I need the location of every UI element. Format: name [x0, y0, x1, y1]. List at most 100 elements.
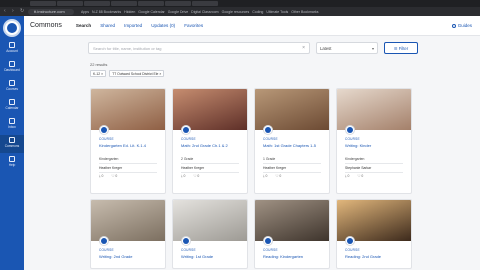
- bookmark[interactable]: Other Bookmarks: [291, 10, 318, 14]
- forward-icon[interactable]: ›: [12, 9, 17, 14]
- browser-tab[interactable]: [165, 1, 191, 6]
- resource-card[interactable]: COURSE Reading: Kindergarten: [254, 199, 330, 269]
- filter-button[interactable]: ☰ Filter: [384, 42, 418, 54]
- course-icon: [345, 125, 355, 135]
- tab-updates[interactable]: Updates (0): [151, 23, 175, 28]
- search-input[interactable]: Search for title, name, institution or t…: [88, 42, 310, 54]
- downloads-count: ⤓ 0: [345, 174, 350, 178]
- resource-card[interactable]: COURSE Math: 2nd Grade Ch.1 & 2 2 Grade …: [172, 88, 248, 194]
- resource-card[interactable]: COURSE Writing: 2nd Grade: [90, 199, 166, 269]
- sidebar-item-help[interactable]: Help: [0, 154, 24, 172]
- card-author: Heather Kreger: [181, 166, 205, 170]
- back-icon[interactable]: ‹: [4, 9, 9, 14]
- bookmark[interactable]: Ultimate Tools: [266, 10, 288, 14]
- card-title[interactable]: Reading: Kindergarten: [263, 254, 325, 259]
- divider: [181, 172, 239, 173]
- clear-search-icon[interactable]: ×: [302, 43, 305, 54]
- browser-tab[interactable]: [192, 1, 218, 6]
- account-icon: [9, 42, 15, 48]
- divider: [99, 163, 157, 164]
- card-title[interactable]: Kindergarten Ed. Lit. K.1.4: [99, 143, 161, 148]
- resource-card[interactable]: COURSE Reading: 2nd Grade: [336, 199, 412, 269]
- filter-chip[interactable]: TT Outward School District Ele ×: [109, 70, 165, 77]
- card-thumbnail: [255, 89, 329, 130]
- course-icon: [263, 236, 273, 246]
- sidebar-item-account[interactable]: Account: [0, 40, 24, 58]
- sidebar-item-label: Inbox: [8, 125, 16, 129]
- divider: [263, 163, 321, 164]
- bookmark[interactable]: Digital Classroom: [191, 10, 218, 14]
- browser-tab[interactable]: [30, 1, 56, 6]
- divider: [345, 172, 403, 173]
- tab-search[interactable]: Search: [76, 23, 91, 28]
- sidebar-item-label: Dashboard: [4, 68, 20, 72]
- browser-tab[interactable]: [84, 1, 110, 6]
- sidebar-item-inbox[interactable]: Inbox: [0, 116, 24, 134]
- tab-shared[interactable]: Shared: [100, 23, 115, 28]
- course-icon: [263, 125, 273, 135]
- course-icon: [99, 236, 109, 246]
- card-title[interactable]: Math: 1st Grade Chapters 1-5: [263, 143, 325, 148]
- bookmark[interactable]: Google Calendar: [138, 10, 164, 14]
- tab-imported[interactable]: Imported: [124, 23, 142, 28]
- downloads-value: 0: [101, 174, 104, 178]
- bookmark[interactable]: N-Z 88 Bookmarks: [92, 10, 121, 14]
- card-stats: ⤓ 0 ♡ 0: [99, 174, 117, 178]
- resource-card[interactable]: COURSE Kindergarten Ed. Lit. K.1.4 Kinde…: [90, 88, 166, 194]
- favorites-value: 0: [279, 174, 282, 178]
- bookmark[interactable]: Google resources: [222, 10, 250, 14]
- search-row: Search for title, name, institution or t…: [88, 42, 418, 54]
- sidebar-item-calendar[interactable]: Calendar: [0, 97, 24, 115]
- card-type: COURSE: [99, 137, 114, 141]
- card-title[interactable]: Writing: 1st Grade: [181, 254, 243, 259]
- card-type: COURSE: [263, 248, 278, 252]
- chevron-down-icon: ▾: [371, 46, 374, 51]
- card-grade: 1 Grade: [263, 157, 276, 161]
- divider: [181, 163, 239, 164]
- browser-tab[interactable]: [111, 1, 137, 6]
- sidebar-item-label: Account: [6, 49, 18, 53]
- downloads-count: ⤓ 0: [99, 174, 104, 178]
- resource-card[interactable]: COURSE Writing: 1st Grade: [172, 199, 248, 269]
- reload-icon[interactable]: ↻: [20, 9, 25, 14]
- browser-tab[interactable]: [138, 1, 164, 6]
- card-grade: Kindergarten: [345, 157, 365, 161]
- card-thumbnail: [91, 200, 165, 241]
- card-thumbnail: [91, 89, 165, 130]
- guides-label: Guides: [457, 23, 472, 28]
- active-filters: K-12 × TT Outward School District Ele ×: [90, 70, 165, 77]
- card-thumbnail: [337, 89, 411, 130]
- card-stats: ⤓ 0 ♡ 0: [263, 174, 281, 178]
- resource-card[interactable]: COURSE Writing: Kinder Kindergarten Step…: [336, 88, 412, 194]
- tab-favorites[interactable]: Favorites: [184, 23, 203, 28]
- sidebar-item-dashboard[interactable]: Dashboard: [0, 59, 24, 77]
- address-bar[interactable]: tt.instructure.com: [28, 8, 74, 15]
- bookmark[interactable]: Apps: [81, 10, 89, 14]
- card-title[interactable]: Reading: 2nd Grade: [345, 254, 407, 259]
- course-icon: [181, 236, 191, 246]
- bookmark[interactable]: Coding: [252, 10, 263, 14]
- bookmark[interactable]: Google Drive: [168, 10, 188, 14]
- bookmark[interactable]: Hidden: [124, 10, 135, 14]
- sidebar-item-commons[interactable]: Commons: [0, 135, 24, 153]
- sort-select[interactable]: Latest ▾: [316, 42, 378, 54]
- browser-tab[interactable]: [57, 1, 83, 6]
- downloads-value: 0: [347, 174, 350, 178]
- card-thumbnail: [173, 89, 247, 130]
- card-thumbnail: [255, 200, 329, 241]
- card-author: Stephanie Sarkar: [345, 166, 372, 170]
- filter-chip[interactable]: K-12 ×: [90, 70, 107, 77]
- favorites-value: 0: [361, 174, 364, 178]
- global-nav-sidebar: Account Dashboard Courses Calendar Inbox…: [0, 16, 24, 270]
- results-count: 22 results: [90, 62, 108, 67]
- card-title[interactable]: Math: 2nd Grade Ch.1 & 2: [181, 143, 243, 148]
- sidebar-item-courses[interactable]: Courses: [0, 78, 24, 96]
- card-title[interactable]: Writing: 2nd Grade: [99, 254, 161, 259]
- card-title[interactable]: Writing: Kinder: [345, 143, 407, 148]
- browser-chrome: ‹ › ↻ tt.instructure.com Apps N-Z 88 Boo…: [0, 0, 480, 16]
- institution-logo-icon[interactable]: [3, 19, 21, 37]
- resource-card[interactable]: COURSE Math: 1st Grade Chapters 1-5 1 Gr…: [254, 88, 330, 194]
- guides-link[interactable]: Guides: [451, 23, 472, 28]
- calendar-icon: [9, 99, 15, 105]
- divider: [263, 172, 321, 173]
